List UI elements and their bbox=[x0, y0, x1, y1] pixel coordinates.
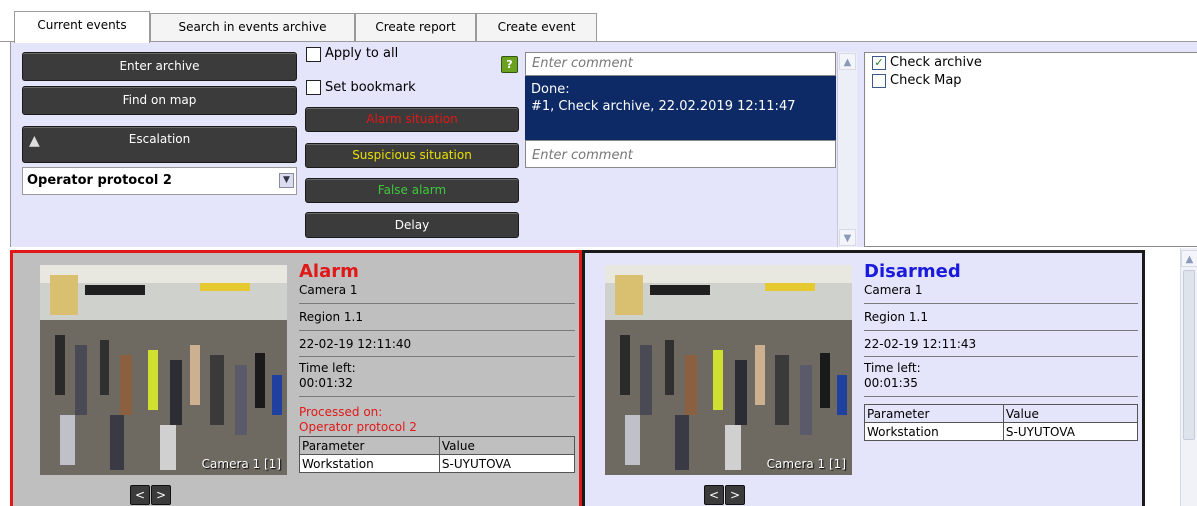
divider bbox=[299, 356, 575, 357]
event-datetime: 22-02-19 12:11:40 bbox=[299, 337, 412, 351]
event-camera: Camera 1 bbox=[864, 283, 923, 297]
set-bookmark-label: Set bookmark bbox=[325, 80, 416, 95]
tab-current-events[interactable]: Current events bbox=[14, 11, 150, 43]
table-cell: Workstation bbox=[864, 422, 1004, 441]
divider bbox=[864, 330, 1138, 331]
params-table: Parameter Value Workstation S-UYUTOVA bbox=[864, 404, 1139, 441]
scroll-up-icon[interactable]: ▲ bbox=[1181, 250, 1197, 267]
comment-input-top[interactable]: Enter comment bbox=[525, 52, 836, 76]
help-icon[interactable]: ? bbox=[501, 56, 518, 73]
done-title: Done: bbox=[531, 82, 570, 97]
divider bbox=[864, 303, 1138, 304]
divider bbox=[864, 396, 1138, 397]
escalation-button[interactable]: ▲ Escalation bbox=[22, 126, 297, 163]
comments-scrollbar[interactable]: ▲ ▼ bbox=[837, 52, 857, 247]
camera-snapshot[interactable]: Camera 1 [1] bbox=[605, 265, 852, 475]
protocol-select[interactable]: Operator protocol 2 ▼ bbox=[22, 167, 297, 195]
apply-to-all-checkbox[interactable] bbox=[306, 47, 321, 62]
event-region: Region 1.1 bbox=[299, 310, 363, 324]
check-archive-checkbox[interactable]: ✓ bbox=[872, 56, 886, 70]
time-left-value: 00:01:35 bbox=[864, 376, 918, 390]
next-button[interactable]: > bbox=[151, 485, 171, 505]
event-status: Alarm bbox=[299, 261, 359, 282]
apply-to-all-label: Apply to all bbox=[325, 46, 399, 61]
table-header-value: Value bbox=[1002, 404, 1139, 423]
table-row: Workstation S-UYUTOVA bbox=[864, 422, 1139, 441]
check-map-label: Check Map bbox=[890, 73, 962, 88]
params-table: Parameter Value Workstation S-UYUTOVA bbox=[299, 436, 576, 473]
processed-value: Operator protocol 2 bbox=[299, 420, 417, 434]
divider bbox=[299, 396, 575, 397]
tab-search-archive[interactable]: Search in events archive bbox=[150, 13, 355, 42]
set-bookmark-checkbox[interactable] bbox=[306, 80, 321, 95]
protocol-select-value: Operator protocol 2 bbox=[27, 173, 172, 188]
scroll-thumb[interactable] bbox=[1183, 270, 1195, 440]
event-card-alarm[interactable]: Camera 1 [1] < > Alarm Camera 1 Region 1… bbox=[10, 250, 582, 506]
table-cell: Workstation bbox=[299, 454, 440, 473]
table-header-parameter: Parameter bbox=[299, 436, 440, 455]
snapshot-camera-label: Camera 1 [1] bbox=[201, 457, 281, 471]
tab-create-report[interactable]: Create report bbox=[355, 13, 476, 42]
delay-button[interactable]: Delay bbox=[305, 212, 519, 238]
check-archive-label: Check archive bbox=[890, 55, 982, 70]
scroll-down-icon[interactable]: ▼ bbox=[839, 229, 856, 246]
table-header-parameter: Parameter bbox=[864, 404, 1004, 423]
events-scrollbar[interactable]: ▲ bbox=[1180, 248, 1197, 506]
events-area: Camera 1 [1] < > Alarm Camera 1 Region 1… bbox=[0, 248, 1197, 506]
chevron-down-icon[interactable]: ▼ bbox=[279, 173, 294, 188]
time-left-label: Time left: bbox=[299, 361, 356, 375]
find-on-map-button[interactable]: Find on map bbox=[22, 86, 297, 115]
alarm-situation-button[interactable]: Alarm situation bbox=[305, 107, 519, 132]
done-text: #1, Check archive, 22.02.2019 12:11:47 bbox=[531, 99, 796, 114]
chevron-up-icon: ▲ bbox=[29, 133, 40, 149]
event-region: Region 1.1 bbox=[864, 310, 928, 324]
tab-create-event[interactable]: Create event bbox=[476, 13, 597, 42]
camera-snapshot[interactable]: Camera 1 [1] bbox=[40, 265, 287, 475]
table-cell: S-UYUTOVA bbox=[1002, 422, 1139, 441]
snapshot-camera-label: Camera 1 [1] bbox=[766, 457, 846, 471]
enter-archive-button[interactable]: Enter archive bbox=[22, 52, 297, 81]
divider bbox=[299, 330, 575, 331]
prev-button[interactable]: < bbox=[130, 485, 150, 505]
escalation-label: Escalation bbox=[128, 132, 191, 146]
time-left-value: 00:01:32 bbox=[299, 376, 353, 390]
event-camera: Camera 1 bbox=[299, 283, 358, 297]
comment-input-bottom[interactable]: Enter comment bbox=[525, 140, 836, 168]
false-alarm-button[interactable]: False alarm bbox=[305, 178, 519, 203]
table-cell: S-UYUTOVA bbox=[438, 454, 576, 473]
table-row: Workstation S-UYUTOVA bbox=[299, 454, 576, 473]
tab-bar: Current events Search in events archive … bbox=[0, 0, 1197, 43]
divider bbox=[299, 303, 575, 304]
scroll-up-icon[interactable]: ▲ bbox=[839, 53, 856, 70]
snapshot-image bbox=[40, 265, 287, 475]
suspicious-situation-button[interactable]: Suspicious situation bbox=[305, 143, 519, 168]
event-status: Disarmed bbox=[864, 261, 961, 282]
event-datetime: 22-02-19 12:11:43 bbox=[864, 337, 977, 351]
control-panel: Enter archive Find on map ▲ Escalation O… bbox=[10, 42, 1197, 247]
event-card-disarmed[interactable]: Camera 1 [1] < > Disarmed Camera 1 Regio… bbox=[582, 250, 1145, 506]
processed-label: Processed on: bbox=[299, 405, 383, 419]
prev-button[interactable]: < bbox=[704, 485, 724, 505]
check-map-checkbox[interactable] bbox=[872, 74, 886, 88]
snapshot-image bbox=[605, 265, 852, 475]
time-left-label: Time left: bbox=[864, 361, 921, 375]
next-button[interactable]: > bbox=[725, 485, 745, 505]
actions-checklist: ✓ Check archive Check Map bbox=[864, 52, 1197, 247]
table-header-value: Value bbox=[438, 436, 576, 455]
done-entry[interactable]: Done: #1, Check archive, 22.02.2019 12:1… bbox=[525, 76, 836, 140]
divider bbox=[864, 356, 1138, 357]
